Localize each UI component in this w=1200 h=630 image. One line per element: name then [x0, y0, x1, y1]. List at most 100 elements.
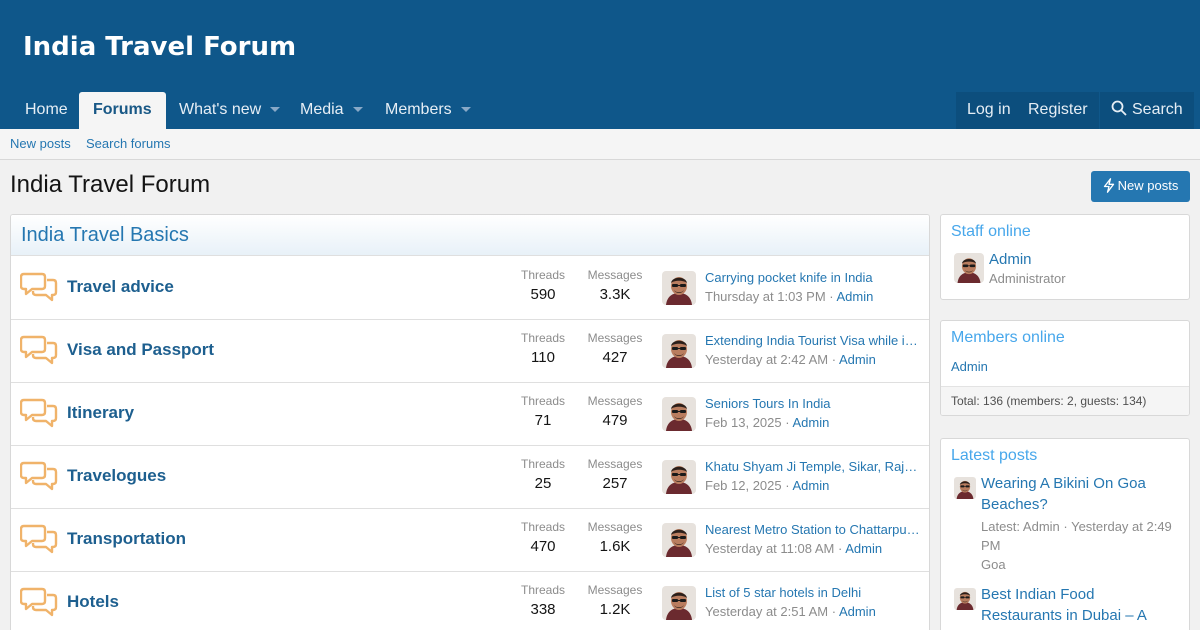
- latest-post-date[interactable]: Thursday at 1:03 PM: [705, 289, 826, 304]
- threads-count: 71: [534, 412, 552, 429]
- forum-node: Travelogues Threads 25 Messages 257 Khatu Shy…: [11, 446, 929, 509]
- separator: ·: [781, 415, 793, 430]
- latest-post-title[interactable]: Carrying pocket knife in India: [705, 270, 921, 285]
- site-title[interactable]: India Travel Forum: [23, 32, 296, 62]
- latest-post-date[interactable]: Yesterday at 11:08 AM: [705, 541, 834, 556]
- threads-stat: Threads 110: [511, 331, 575, 366]
- messages-label: Messages: [587, 268, 643, 282]
- speech-bubbles-icon: [19, 523, 58, 560]
- messages-stat: Messages 3.3K: [583, 268, 647, 303]
- messages-stat: Messages 1.6K: [583, 520, 647, 555]
- latest-post-user[interactable]: Admin: [792, 478, 829, 493]
- messages-label: Messages: [587, 394, 643, 408]
- nav-members-label: Members: [385, 101, 452, 118]
- latest-post-user[interactable]: Admin: [837, 289, 874, 304]
- avatar[interactable]: [954, 477, 976, 499]
- latest-post-date[interactable]: Feb 13, 2025: [705, 415, 782, 430]
- latest-post-forum[interactable]: Goa: [981, 555, 1179, 574]
- members-online-title[interactable]: Members online: [941, 321, 1189, 355]
- threads-stat: Threads 25: [511, 457, 575, 492]
- forum-title[interactable]: Itinerary: [67, 403, 134, 423]
- latest-post-user[interactable]: Admin: [839, 352, 876, 367]
- forum-title[interactable]: Travelogues: [67, 466, 166, 486]
- threads-count: 470: [530, 538, 556, 555]
- avatar[interactable]: [662, 460, 696, 494]
- latest-post-date[interactable]: Feb 12, 2025: [705, 478, 782, 493]
- avatar[interactable]: [954, 253, 984, 283]
- latest-post-date[interactable]: Yesterday at 2:51 AM: [705, 604, 828, 619]
- nav-forums[interactable]: Forums: [79, 92, 166, 129]
- nav-media-label: Media: [300, 101, 344, 118]
- latest-post-item: Best Indian Food Restaurants in Dubai – …: [941, 584, 1189, 630]
- latest-post-title[interactable]: Khatu Shyam Ji Temple, Sikar, Raja…: [705, 459, 921, 474]
- forum-node: Hotels Threads 338 Messages 1.2K List of 5 st…: [11, 572, 929, 630]
- latest-posts-title[interactable]: Latest posts: [941, 439, 1189, 473]
- search-button[interactable]: Search: [1100, 92, 1194, 129]
- latest-post-title[interactable]: Extending India Tourist Visa while in…: [705, 333, 921, 348]
- staff-name[interactable]: Admin: [989, 251, 1032, 268]
- threads-stat: Threads 590: [511, 268, 575, 303]
- speech-bubbles-icon: [19, 397, 58, 434]
- latest-post: Extending India Tourist Visa while in… Ye…: [705, 333, 921, 367]
- chevron-down-icon[interactable]: [460, 107, 471, 113]
- latest-post-meta: Yesterday at 11:08 AM · Admin: [705, 541, 921, 556]
- threads-label: Threads: [520, 268, 566, 282]
- latest-post-user[interactable]: Admin: [845, 541, 882, 556]
- latest-post-user[interactable]: Admin: [792, 415, 829, 430]
- register-button[interactable]: Register: [1017, 92, 1099, 129]
- chevron-down-icon[interactable]: [270, 107, 281, 113]
- avatar[interactable]: [662, 586, 696, 620]
- separator: ·: [834, 541, 846, 556]
- messages-label: Messages: [587, 583, 643, 597]
- login-button[interactable]: Log in: [956, 92, 1022, 129]
- avatar[interactable]: [662, 334, 696, 368]
- latest-post-date[interactable]: Yesterday at 2:42 AM: [705, 352, 828, 367]
- latest-post-title[interactable]: List of 5 star hotels in Delhi: [705, 585, 921, 600]
- threads-count: 338: [530, 601, 556, 618]
- search-icon: [1111, 100, 1127, 116]
- speech-bubbles-icon: [19, 586, 58, 623]
- page-title: India Travel Forum: [10, 171, 211, 198]
- avatar[interactable]: [662, 397, 696, 431]
- nav-media[interactable]: Media: [286, 92, 377, 129]
- avatar[interactable]: [954, 588, 976, 610]
- threads-stat: Threads 338: [511, 583, 575, 618]
- latest-post-title[interactable]: Seniors Tours In India: [705, 396, 921, 411]
- forum-title[interactable]: Transportation: [67, 529, 186, 549]
- new-posts-button[interactable]: New posts: [1091, 171, 1190, 202]
- latest-post: Carrying pocket knife in India Thursday a…: [705, 270, 921, 304]
- sub-nav: New posts Search forums: [0, 129, 1200, 160]
- online-member[interactable]: Admin: [941, 355, 1189, 386]
- messages-count: 3.3K: [599, 286, 631, 303]
- chevron-down-icon[interactable]: [352, 107, 363, 113]
- separator: ·: [781, 478, 793, 493]
- subnav-new-posts[interactable]: New posts: [10, 136, 71, 151]
- threads-label: Threads: [520, 331, 566, 345]
- messages-count: 479: [602, 412, 628, 429]
- latest-post: Khatu Shyam Ji Temple, Sikar, Raja… Feb 1…: [705, 459, 921, 493]
- avatar[interactable]: [662, 271, 696, 305]
- forum-title[interactable]: Visa and Passport: [67, 340, 214, 360]
- avatar[interactable]: [662, 523, 696, 557]
- latest-post-user[interactable]: Admin: [839, 604, 876, 619]
- staff-online-block: Staff online Admin Administrator: [940, 214, 1190, 300]
- staff-role: Administrator: [989, 271, 1066, 286]
- subnav-search-forums[interactable]: Search forums: [86, 136, 171, 151]
- category-title[interactable]: India Travel Basics: [11, 215, 929, 256]
- search-label: Search: [1132, 101, 1183, 118]
- latest-post-meta: Feb 13, 2025 · Admin: [705, 415, 921, 430]
- threads-count: 110: [531, 349, 555, 366]
- nav-home[interactable]: Home: [11, 92, 82, 129]
- separator: ·: [828, 604, 839, 619]
- nav-whats-new[interactable]: What's new: [165, 92, 294, 129]
- messages-label: Messages: [587, 520, 643, 534]
- staff-online-title[interactable]: Staff online: [941, 215, 1189, 249]
- nav-members[interactable]: Members: [371, 92, 485, 129]
- forum-title[interactable]: Hotels: [67, 592, 119, 612]
- threads-count: 25: [534, 475, 552, 492]
- forum-title[interactable]: Travel advice: [67, 277, 174, 297]
- latest-post-title[interactable]: Best Indian Food Restaurants in Dubai – …: [981, 584, 1179, 630]
- latest-post-title[interactable]: Wearing A Bikini On Goa Beaches?: [981, 473, 1179, 515]
- latest-post-title[interactable]: Nearest Metro Station to Chattarpur …: [705, 522, 921, 537]
- threads-stat: Threads 71: [511, 394, 575, 429]
